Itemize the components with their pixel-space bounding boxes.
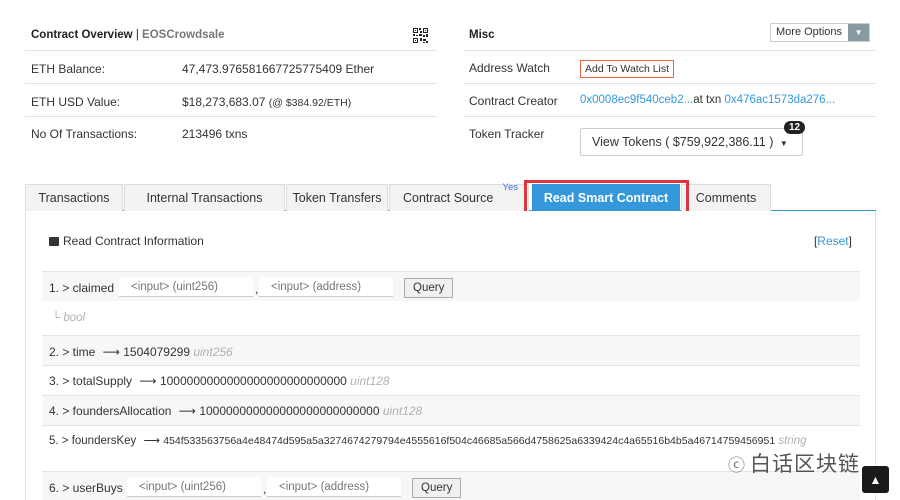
watermark: ⓒ 白话区块链 <box>728 453 860 476</box>
arrow-icon: ⟶ <box>178 404 196 418</box>
tab-internal-transactions[interactable]: Internal Transactions <box>124 184 285 211</box>
function-row-time: 2. > time ⟶ 1504079299 uint256 <box>42 335 860 365</box>
function-type: uint256 <box>193 345 233 359</box>
creator-address-link[interactable]: 0x0008ec9f540ceb2... <box>580 94 693 106</box>
arrow-icon: ⟶ <box>139 374 157 388</box>
function-type: uint128 <box>382 404 423 418</box>
add-to-watch-list-button[interactable]: Add To Watch List <box>580 60 675 78</box>
reset-control: [Reset] <box>813 234 852 248</box>
misc-title: Misc <box>469 29 495 41</box>
verified-badge: Yes <box>502 182 519 193</box>
wechat-icon: ⓒ <box>728 456 746 475</box>
function-row-total-supply: 3. > totalSupply ⟶ 100000000000000000000… <box>42 365 860 395</box>
contract-creator-label: Contract Creator <box>469 94 558 108</box>
creator-txn-link[interactable]: 0x476ac1573da276... <box>725 94 836 106</box>
arrow-icon: ⟶ <box>102 345 120 359</box>
eth-usd-row: ETH USD Value: $18,273,683.07 (@ $384.92… <box>25 84 437 117</box>
eth-balance-value: 47,473.976581667725775409 Ether <box>182 62 375 76</box>
function-value: 454f533563756a4e48474d595a5a327467427979… <box>163 435 776 447</box>
tab-comments[interactable]: Comments <box>681 184 771 211</box>
contract-overview-panel: Contract Overview | EOSCrowdsale ETH Bal… <box>25 0 437 149</box>
read-contract-title: Read Contract Information <box>49 234 204 248</box>
contract-overview-header: Contract Overview | EOSCrowdsale <box>25 0 437 51</box>
function-value: 1000000000000000000000000000 <box>159 374 347 388</box>
claimed-uint256-input[interactable] <box>119 277 253 297</box>
misc-header: Misc More Options ▼ <box>463 0 876 51</box>
tree-corner-icon: └ <box>52 312 64 324</box>
tab-contract-source[interactable]: Contract Source Yes <box>389 182 529 211</box>
book-icon <box>49 237 59 246</box>
transactions-count-value: 213496 txns <box>182 127 248 141</box>
eth-usd-value: $18,273,683.07 (@ $384.92/ETH) <box>182 95 352 109</box>
function-name: 6. > userBuys <box>49 481 123 495</box>
contract-overview-title: Contract Overview | EOSCrowdsale <box>31 29 225 41</box>
qr-code-icon[interactable] <box>413 28 428 43</box>
function-value: 100000000000000000000000000 <box>199 404 380 418</box>
function-name: 5. > foundersKey <box>49 435 137 447</box>
eth-balance-row: ETH Balance: 47,473.976581667725775409 E… <box>25 51 437 84</box>
token-tracker-label: Token Tracker <box>469 127 545 141</box>
claimed-address-input[interactable] <box>259 277 393 297</box>
function-type: uint128 <box>350 374 390 388</box>
user-buys-uint256-input[interactable] <box>127 477 261 497</box>
more-options-button[interactable]: More Options ▼ <box>770 23 871 42</box>
contract-name: EOSCrowdsale <box>142 29 225 41</box>
back-to-top-button[interactable]: ▲ <box>862 466 889 493</box>
address-watch-label: Address Watch <box>469 61 550 75</box>
contract-tabs: Transactions Internal Transactions Token… <box>25 182 876 211</box>
tab-transactions[interactable]: Transactions <box>25 184 123 211</box>
eth-balance-label: ETH Balance: <box>31 62 106 76</box>
contract-creator-row: Contract Creator 0x0008ec9f540ceb2...at … <box>463 84 876 117</box>
function-name: 3. > totalSupply <box>49 374 133 388</box>
claimed-query-button[interactable]: Query <box>404 278 454 298</box>
eth-price-note: (@ $384.92/ETH) <box>268 97 352 109</box>
contract-creator-value: 0x0008ec9f540ceb2...at txn 0x476ac1573da… <box>580 94 836 106</box>
transactions-count-row: No Of Transactions: 213496 txns <box>25 117 437 149</box>
function-name: 2. > time <box>49 345 96 359</box>
function-name: 1. > claimed <box>49 281 115 295</box>
transactions-count-label: No Of Transactions: <box>31 127 138 141</box>
function-row-founders-allocation: 4. > foundersAllocation ⟶ 10000000000000… <box>42 395 860 425</box>
function-name: 4. > foundersAllocation <box>49 404 172 418</box>
function-type: string <box>778 435 807 447</box>
chevron-down-icon: ▼ <box>848 24 870 41</box>
tab-token-transfers[interactable]: Token Transfers <box>286 184 388 211</box>
claimed-output-row: └ bool <box>42 302 860 335</box>
view-tokens-dropdown[interactable]: View Tokens ( $759,922,386.11 ) ▼ <box>580 128 803 156</box>
arrow-icon: ⟶ <box>143 435 160 447</box>
function-row-claimed: 1. > claimed , Query <box>42 271 860 301</box>
caret-down-icon: ▼ <box>779 139 788 148</box>
function-value: 1504079299 <box>123 345 190 359</box>
token-count-badge: 12 <box>784 121 806 134</box>
chevron-up-icon: ▲ <box>869 472 882 487</box>
eth-usd-label: ETH USD Value: <box>31 95 121 109</box>
output-type: bool <box>63 312 86 324</box>
reset-link[interactable]: Reset <box>817 234 848 248</box>
user-buys-address-input[interactable] <box>267 477 401 497</box>
user-buys-query-button[interactable]: Query <box>412 478 462 498</box>
address-watch-row: Address Watch Add To Watch List <box>463 51 876 84</box>
